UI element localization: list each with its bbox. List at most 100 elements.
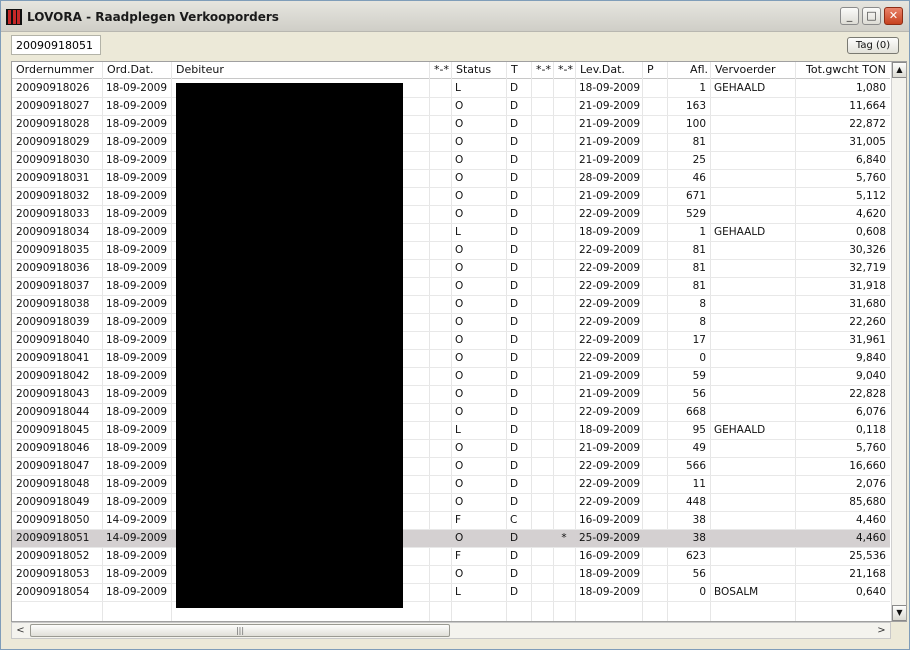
cell-mark — [553, 494, 575, 511]
table-row[interactable]: 20090918026 18-09-2009 L D 18-09-2009 1 GEHAAL… — [12, 80, 890, 98]
scroll-right-icon[interactable]: > — [874, 624, 889, 637]
column-header-orddat[interactable]: Ord.Dat. — [102, 63, 171, 77]
horizontal-scroll-thumb[interactable]: ||| — [30, 624, 450, 637]
cell-status: O — [455, 316, 464, 328]
cell-mark — [553, 278, 575, 295]
table-row[interactable]: 20090918047 18-09-2009 O D 22-09-2009 566 16,6… — [12, 458, 890, 476]
cell-t: D — [510, 316, 519, 328]
table-row[interactable]: 20090918031 18-09-2009 O D 28-09-2009 46 5,760 — [12, 170, 890, 188]
cell-status: O — [455, 478, 464, 490]
cell-ordernummer: 20090918044 — [16, 406, 90, 418]
cell-levdat: 16-09-2009 — [579, 514, 641, 526]
table-row[interactable]: 20090918030 18-09-2009 O D 21-09-2009 25 6,840 — [12, 152, 890, 170]
column-header-flag2[interactable]: *-* — [531, 63, 553, 77]
table-row[interactable]: 20090918037 18-09-2009 O D 22-09-2009 81 31,91… — [12, 278, 890, 296]
column-header-debiteur[interactable]: Debiteur — [171, 63, 429, 77]
column-header-t[interactable]: T — [506, 63, 531, 77]
table-row[interactable]: 20090918029 18-09-2009 O D 21-09-2009 81 31,00… — [12, 134, 890, 152]
minimize-button[interactable]: _ — [840, 7, 859, 25]
cell-afl: 566 — [685, 460, 706, 472]
cell-orddat: 18-09-2009 — [106, 478, 168, 490]
table-row[interactable]: 20090918040 18-09-2009 O D 22-09-2009 17 31,96… — [12, 332, 890, 350]
scroll-down-icon[interactable]: ▼ — [892, 605, 906, 621]
close-button[interactable]: ✕ — [884, 7, 903, 25]
app-window: LOVORA - Raadplegen Verkooporders _ □ ✕ … — [0, 0, 910, 650]
maximize-button[interactable]: □ — [862, 7, 881, 25]
scroll-left-icon[interactable]: < — [13, 624, 28, 637]
cell-orddat: 18-09-2009 — [106, 118, 168, 130]
table-row[interactable]: 20090918027 18-09-2009 O D 21-09-2009 163 11,6… — [12, 98, 890, 116]
column-header-status[interactable]: Status — [451, 63, 506, 77]
cell-vervoerder — [710, 494, 795, 511]
cell-ordernummer: 20090918031 — [16, 172, 90, 184]
cell-t: D — [510, 550, 519, 562]
cell-ordernummer: 20090918050 — [16, 514, 90, 526]
table-row[interactable]: 20090918032 18-09-2009 O D 21-09-2009 671 5,11… — [12, 188, 890, 206]
table-row[interactable]: 20090918044 18-09-2009 O D 22-09-2009 668 6,07… — [12, 404, 890, 422]
cell-afl: 448 — [685, 496, 706, 508]
table-row[interactable]: 20090918049 18-09-2009 O D 22-09-2009 448 85,6… — [12, 494, 890, 512]
scroll-up-icon[interactable]: ▲ — [892, 62, 906, 78]
table-row[interactable]: 20090918039 18-09-2009 O D 22-09-2009 8 22,260 — [12, 314, 890, 332]
table-row[interactable]: 20090918054 18-09-2009 L D 18-09-2009 0 BOSALM… — [12, 584, 890, 602]
cell-t: D — [510, 244, 519, 256]
table-row[interactable]: 20090918028 18-09-2009 O D 21-09-2009 100 22,8… — [12, 116, 890, 134]
horizontal-scrollbar[interactable]: < ||| > — [11, 622, 891, 639]
column-header-flag3[interactable]: *-* — [553, 63, 575, 77]
cell-t: D — [510, 478, 519, 490]
table-row[interactable]: 20090918043 18-09-2009 O D 21-09-2009 56 22,82… — [12, 386, 890, 404]
cell-orddat: 18-09-2009 — [106, 208, 168, 220]
column-header-flag1[interactable]: *-* — [429, 63, 451, 77]
table-row[interactable]: 20090918035 18-09-2009 O D 22-09-2009 81 30,32… — [12, 242, 890, 260]
title-bar[interactable]: LOVORA - Raadplegen Verkooporders _ □ ✕ — [1, 1, 909, 32]
table-row[interactable]: 20090918046 18-09-2009 O D 21-09-2009 49 5,760 — [12, 440, 890, 458]
cell-status: L — [455, 226, 461, 238]
cell-ordernummer: 20090918033 — [16, 208, 90, 220]
table-row[interactable]: 20090918036 18-09-2009 O D 22-09-2009 81 32,71… — [12, 260, 890, 278]
table-row[interactable]: 20090918045 18-09-2009 L D 18-09-2009 95 GEHAA… — [12, 422, 890, 440]
column-header-ordernummer[interactable]: Ordernummer — [12, 63, 102, 77]
cell-levdat: 21-09-2009 — [579, 154, 641, 166]
table-row[interactable]: 20090918053 18-09-2009 O D 18-09-2009 56 21,16… — [12, 566, 890, 584]
cell-orddat: 18-09-2009 — [106, 316, 168, 328]
cell-orddat: 18-09-2009 — [106, 226, 168, 238]
table-row[interactable]: 20090918034 18-09-2009 L D 18-09-2009 1 GEHAAL… — [12, 224, 890, 242]
column-header-p[interactable]: P — [642, 63, 667, 77]
cell-gewicht: 0,608 — [855, 226, 886, 238]
cell-ordernummer: 20090918052 — [16, 550, 90, 562]
cell-mark — [553, 296, 575, 313]
cell-orddat: 18-09-2009 — [106, 172, 168, 184]
cell-ordernummer: 20090918039 — [16, 316, 90, 328]
column-header-afl[interactable]: Afl. — [667, 63, 710, 77]
table-row[interactable]: 20090918052 18-09-2009 F D 16-09-2009 623 25,5… — [12, 548, 890, 566]
cell-t: D — [510, 424, 519, 436]
cell-mark — [553, 206, 575, 223]
cell-levdat: 21-09-2009 — [579, 100, 641, 112]
order-search-input[interactable] — [11, 35, 101, 55]
table-row[interactable]: 20090918041 18-09-2009 O D 22-09-2009 0 9,840 — [12, 350, 890, 368]
table-row[interactable]: 20090918038 18-09-2009 O D 22-09-2009 8 31,680 — [12, 296, 890, 314]
table-row[interactable]: 20090918033 18-09-2009 O D 22-09-2009 529 4,62… — [12, 206, 890, 224]
cell-vervoerder — [710, 188, 795, 205]
vertical-scrollbar[interactable]: ▲ ▼ — [891, 62, 906, 621]
cell-vervoerder — [710, 476, 795, 493]
cell-status: O — [455, 298, 464, 310]
cell-mark — [553, 80, 575, 97]
cell-vervoerder — [710, 530, 795, 547]
cell-gewicht: 4,460 — [855, 514, 886, 526]
column-header-gewicht[interactable]: Tot.gwcht TON — [795, 63, 890, 77]
cell-orddat: 14-09-2009 — [106, 514, 168, 526]
cell-levdat: 18-09-2009 — [579, 424, 641, 436]
window-title: LOVORA - Raadplegen Verkooporders — [27, 10, 279, 24]
table-row[interactable]: 20090918051 14-09-2009 O D * 25-09-2009 38 4,46… — [12, 530, 890, 548]
tag-button[interactable]: Tag (0) — [847, 37, 899, 54]
table-row[interactable]: 20090918042 18-09-2009 O D 21-09-2009 59 9,040 — [12, 368, 890, 386]
column-header-levdat[interactable]: Lev.Dat. — [575, 63, 642, 77]
column-header-vervoerder[interactable]: Vervoerder — [710, 63, 795, 77]
table-row[interactable]: 20090918048 18-09-2009 O D 22-09-2009 11 2,076 — [12, 476, 890, 494]
cell-gewicht: 16,660 — [849, 460, 886, 472]
cell-gewicht: 6,840 — [855, 154, 886, 166]
cell-gewicht: 4,460 — [855, 532, 886, 544]
table-row[interactable]: 20090918050 14-09-2009 F C 16-09-2009 38 4,460 — [12, 512, 890, 530]
cell-status: O — [455, 334, 464, 346]
